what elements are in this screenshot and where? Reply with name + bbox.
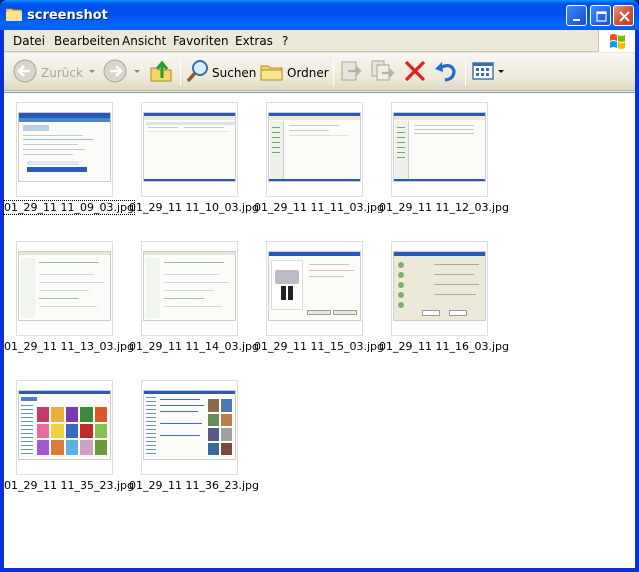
file-item[interactable]: 01_29_11 11_14_03.jpg	[129, 232, 259, 362]
thumbnail	[141, 380, 238, 475]
back-button[interactable]: Zurück	[10, 57, 95, 87]
minimize-button[interactable]	[566, 5, 587, 26]
copy-to-button[interactable]	[369, 57, 395, 87]
thumbnail	[391, 241, 488, 336]
thumbnail-image	[268, 112, 361, 182]
file-name: 01_29_11 11_36_23.jpg	[129, 479, 259, 492]
toolbar-separator	[333, 58, 334, 86]
thumbnail-image	[18, 390, 111, 460]
menu-help[interactable]: ?	[282, 34, 288, 48]
thumbnail-image	[143, 112, 236, 182]
explorer-window: screenshot Datei Bearbeiten Ansicht Favo…	[0, 0, 639, 572]
maximize-button[interactable]	[590, 5, 611, 26]
file-name: 01_29_11 11_16_03.jpg	[379, 340, 509, 353]
file-name: 01_29_11 11_09_03.jpg	[3, 200, 135, 215]
file-list-view[interactable]: 01_29_11 11_09_03.jpg 01_29_11 11_10_03.…	[3, 92, 635, 568]
window-frame: Datei Bearbeiten Ansicht Favoriten Extra…	[3, 30, 635, 568]
folders-button[interactable]: Ordner	[259, 57, 329, 87]
move-to-button[interactable]	[338, 57, 364, 87]
thumbnail	[141, 241, 238, 336]
thumbnail-image	[268, 251, 361, 321]
menu-bar: Datei Bearbeiten Ansicht Favoriten Extra…	[4, 30, 635, 52]
file-name: 01_29_11 11_14_03.jpg	[129, 340, 259, 353]
back-arrow-icon	[13, 59, 37, 83]
views-button[interactable]	[470, 57, 504, 87]
folder-icon	[6, 8, 22, 21]
forward-dropdown-icon	[134, 70, 140, 73]
file-item[interactable]: 01_29_11 11_16_03.jpg	[379, 232, 509, 362]
file-name: 01_29_11 11_13_03.jpg	[4, 340, 134, 353]
maximize-icon	[596, 11, 607, 22]
thumbnail	[266, 102, 363, 197]
undo-icon	[435, 62, 456, 82]
toolbar-separator	[180, 58, 181, 86]
views-dropdown-icon	[498, 70, 504, 73]
thumbnail-image	[18, 251, 111, 321]
thumbnail-image	[393, 251, 486, 321]
thumbnail	[16, 241, 113, 336]
back-label: Zurück	[41, 66, 83, 80]
back-dropdown-icon	[89, 70, 95, 73]
folder-up-icon	[150, 60, 172, 82]
file-item[interactable]: 01_29_11 11_10_03.jpg	[129, 93, 259, 223]
file-name: 01_29_11 11_12_03.jpg	[379, 201, 509, 214]
menu-ansicht[interactable]: Ansicht	[122, 34, 166, 48]
window-title: screenshot	[27, 8, 108, 23]
search-label: Suchen	[212, 66, 257, 80]
close-icon	[619, 11, 630, 22]
undo-button[interactable]	[433, 57, 459, 87]
file-item[interactable]: 01_29_11 11_09_03.jpg	[3, 93, 135, 223]
menu-bearbeiten[interactable]: Bearbeiten	[54, 34, 120, 48]
copy-to-icon	[371, 60, 395, 81]
thumbnail	[16, 380, 113, 475]
move-to-icon	[341, 61, 362, 81]
forward-arrow-icon	[103, 59, 127, 83]
views-icon	[472, 62, 494, 80]
file-name: 01_29_11 11_15_03.jpg	[254, 340, 384, 353]
thumbnail-image	[143, 390, 236, 460]
thumbnail-image	[393, 112, 486, 182]
title-bar[interactable]: screenshot	[0, 0, 639, 30]
folders-label: Ordner	[287, 66, 329, 80]
close-button[interactable]	[613, 5, 634, 26]
windows-logo	[598, 30, 635, 52]
thumbnail	[16, 102, 113, 197]
toolbar-separator	[465, 58, 466, 86]
menu-favoriten[interactable]: Favoriten	[173, 34, 229, 48]
file-item[interactable]: 01_29_11 11_35_23.jpg	[4, 371, 134, 501]
file-item[interactable]: 01_29_11 11_15_03.jpg	[254, 232, 384, 362]
file-item[interactable]: 01_29_11 11_36_23.jpg	[129, 371, 259, 501]
file-name: 01_29_11 11_35_23.jpg	[4, 479, 134, 492]
standard-toolbar: Zurück Suchen Ordner	[4, 53, 635, 91]
thumbnail	[266, 241, 363, 336]
file-name: 01_29_11 11_11_03.jpg	[254, 201, 384, 214]
delete-icon	[404, 60, 426, 82]
forward-button[interactable]	[100, 57, 140, 87]
delete-button[interactable]	[402, 57, 428, 87]
thumbnail-image	[18, 112, 111, 182]
file-item[interactable]: 01_29_11 11_12_03.jpg	[379, 93, 509, 223]
menu-datei[interactable]: Datei	[13, 34, 45, 48]
folders-icon	[260, 65, 283, 81]
file-name: 01_29_11 11_10_03.jpg	[129, 201, 259, 214]
thumbnail	[141, 102, 238, 197]
thumbnail-image	[143, 251, 236, 321]
file-item[interactable]: 01_29_11 11_13_03.jpg	[4, 232, 134, 362]
magnifier-icon	[186, 60, 208, 83]
thumbnail	[391, 102, 488, 197]
minimize-icon	[573, 19, 580, 21]
search-button[interactable]: Suchen	[185, 57, 257, 87]
up-button[interactable]	[148, 57, 174, 87]
windows-flag-icon	[610, 34, 625, 49]
menu-extras[interactable]: Extras	[235, 34, 273, 48]
file-item[interactable]: 01_29_11 11_11_03.jpg	[254, 93, 384, 223]
